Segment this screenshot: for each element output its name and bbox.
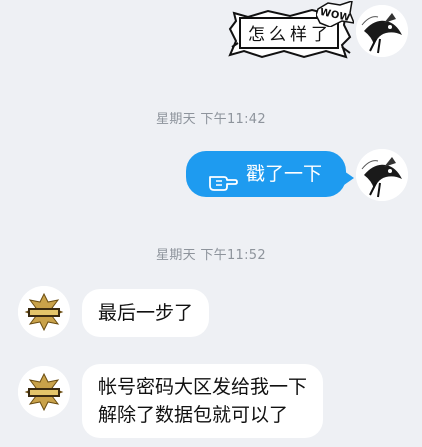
message-text: 最后一步了 [98, 302, 194, 324]
contact-avatar[interactable] [18, 366, 70, 418]
poke-text: 戳了一下 [246, 163, 323, 185]
bird-sketch-icon [356, 5, 408, 57]
chat-window: WOW 怎么样了 星期天 下午11:42 戳了一下 星期天 下午11:52 最后… [0, 0, 422, 447]
contact-avatar[interactable] [18, 286, 70, 338]
game-logo-icon [18, 366, 70, 418]
sticker-message[interactable]: WOW 怎么样了 [228, 1, 354, 59]
sticker-text: 怎么样了 [248, 25, 332, 45]
poke-hand-icon [208, 164, 238, 191]
self-avatar[interactable] [356, 5, 408, 57]
incoming-message[interactable]: 帐号密码大区发给我一下 解除了数据包就可以了 [82, 364, 324, 438]
self-avatar[interactable] [356, 149, 408, 201]
message-text-line: 解除了数据包就可以了 [98, 404, 289, 426]
game-logo-icon [18, 286, 70, 338]
incoming-message[interactable]: 最后一步了 [82, 289, 210, 337]
poke-message[interactable]: 戳了一下 [186, 151, 354, 197]
timestamp: 星期天 下午11:42 [156, 112, 266, 127]
message-text-line: 帐号密码大区发给我一下 [98, 376, 308, 398]
timestamp: 星期天 下午11:52 [156, 248, 266, 263]
bird-sketch-icon [356, 149, 408, 201]
